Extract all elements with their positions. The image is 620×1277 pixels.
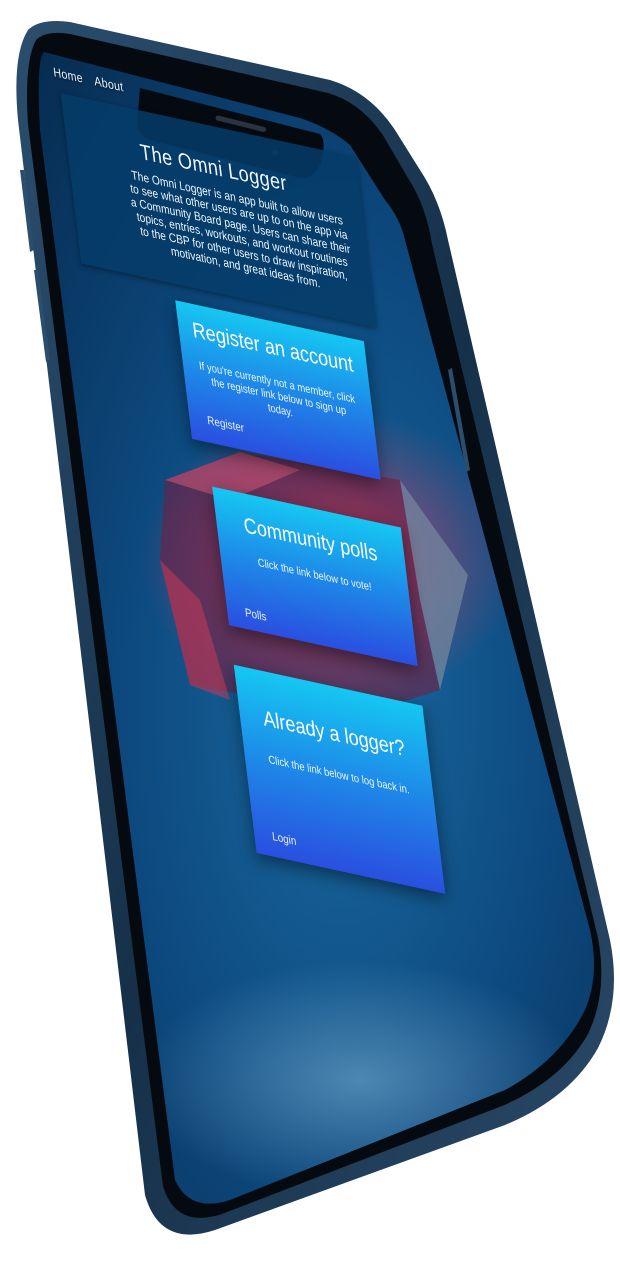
login-card: Already a logger? Click the link below t… <box>233 664 446 894</box>
register-link[interactable]: Register <box>206 413 244 435</box>
device-mockup: Home About The Omni Logger The Omni Logg… <box>0 0 620 1277</box>
nav-home-link[interactable]: Home <box>52 64 83 85</box>
polls-card: Community polls Click the link below to … <box>212 486 418 667</box>
login-link[interactable]: Login <box>271 829 297 848</box>
register-card: Register an account If you're currently … <box>175 300 381 480</box>
intro-panel: The Omni Logger The Omni Logger is an ap… <box>60 93 377 328</box>
nav-about-link[interactable]: About <box>93 73 124 94</box>
polls-link[interactable]: Polls <box>244 605 267 623</box>
